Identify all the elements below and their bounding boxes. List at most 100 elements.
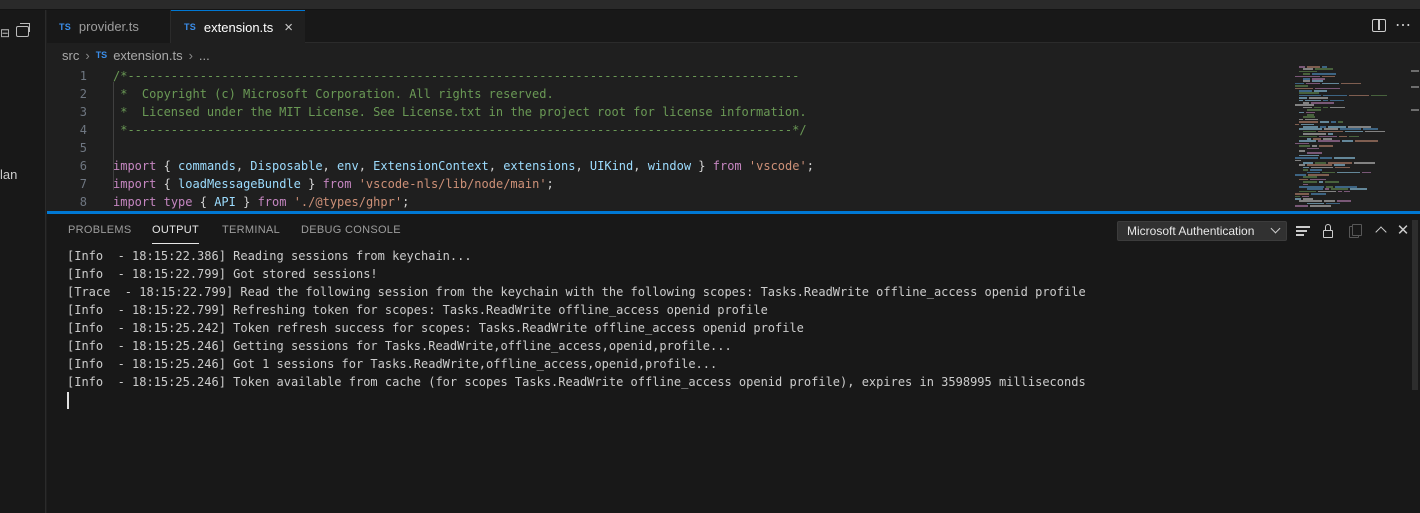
minimap-line: [1307, 109, 1321, 111]
minimap-line: [1309, 97, 1328, 99]
breadcrumb-symbol[interactable]: ...: [199, 48, 210, 63]
minimap-line: [1319, 181, 1323, 183]
minimap-line: [1299, 164, 1305, 166]
minimap-line: [1305, 99, 1321, 102]
code-line: 5: [47, 139, 1287, 157]
minimap-line: [1302, 195, 1309, 198]
minimap-line: [1303, 126, 1318, 128]
tab-debug-console[interactable]: DEBUG CONSOLE: [301, 224, 401, 240]
minimap-line: [1322, 171, 1335, 174]
minimap-line: [1299, 111, 1304, 114]
chevron-right-icon: ›: [188, 47, 193, 63]
tab-problems[interactable]: PROBLEMS: [68, 224, 132, 240]
minimap-line: [1299, 145, 1310, 147]
minimap-line: [1320, 121, 1329, 123]
sidebar-clipped-label[interactable]: lan: [0, 167, 17, 182]
minimap-line: [1323, 94, 1347, 97]
output-channel-select[interactable]: Microsoft Authentication: [1117, 221, 1287, 241]
minimap-line: [1341, 82, 1361, 85]
side-bar: ⊟ lan: [0, 10, 46, 513]
minimap-line: [1314, 90, 1327, 92]
minimap-line: [1295, 104, 1314, 106]
minimap-line: [1295, 205, 1308, 207]
minimap-line: [1323, 138, 1332, 140]
minimap-line: [1303, 183, 1308, 186]
minimap-line: [1350, 188, 1367, 190]
line-number: 7: [79, 177, 87, 191]
more-actions-icon[interactable]: ⋯: [1395, 15, 1412, 35]
minimap-line: [1326, 202, 1340, 205]
code-line: 2 * Copyright (c) Microsoft Corporation.…: [47, 85, 1287, 103]
minimap-line: [1326, 186, 1333, 188]
minimap-line: [1318, 140, 1340, 142]
minimap-line: [1303, 198, 1313, 200]
minimap-line: [1315, 87, 1340, 90]
tab-label: extension.ts: [203, 19, 274, 35]
minimap-line: [1320, 157, 1332, 159]
chevron-right-icon: ›: [85, 47, 90, 63]
minimap-line: [1295, 82, 1304, 85]
minimap-line: [1299, 99, 1303, 102]
breadcrumb-file[interactable]: extension.ts: [113, 48, 182, 63]
close-tab-icon[interactable]: ×: [284, 19, 293, 36]
filter-icon[interactable]: [1295, 223, 1311, 239]
minimap-line: [1307, 188, 1323, 190]
minimap-line: [1306, 82, 1320, 85]
maximize-panel-icon[interactable]: [1373, 223, 1389, 239]
minimap-line: [1339, 135, 1347, 138]
minimap-line: [1299, 66, 1305, 68]
minimap-line: [1303, 102, 1309, 104]
minimap-line: [1314, 106, 1321, 109]
log-line: [Info - 18:15:25.246] Token available fr…: [67, 375, 1086, 389]
code-editor[interactable]: 1 /*-------------------------------------…: [47, 64, 1420, 211]
minimap-line: [1299, 135, 1317, 138]
output-log[interactable]: [Info - 18:15:22.386] Reading sessions f…: [67, 247, 1407, 497]
minimap-line: [1318, 190, 1336, 193]
minimap-line: [1313, 138, 1321, 140]
editor-scrollbar[interactable]: [1408, 64, 1420, 211]
code-line: 7 import { loadMessageBundle } from 'vsco…: [47, 175, 1287, 193]
typescript-file-icon: TS: [95, 50, 108, 60]
minimap-line: [1325, 181, 1339, 183]
breadcrumb-folder[interactable]: src: [62, 48, 79, 63]
minimap-line: [1338, 190, 1342, 193]
minimap-line: [1299, 90, 1312, 92]
minimap-line: [1330, 99, 1344, 102]
log-line: [Info - 18:15:25.246] Got 1 sessions for…: [67, 357, 718, 371]
minimap-line: [1337, 200, 1351, 202]
output-scrollbar[interactable]: [1409, 214, 1420, 390]
minimap[interactable]: [1295, 66, 1407, 211]
minimap-line: [1295, 123, 1299, 126]
minimap-line: [1299, 118, 1303, 121]
minimap-line: [1307, 164, 1332, 166]
tab-output[interactable]: OUTPUT: [152, 224, 200, 244]
minimap-line: [1295, 174, 1306, 176]
tab-extension-ts[interactable]: TS extension.ts ×: [171, 10, 305, 43]
code-text: /*--------------------------------------…: [113, 69, 800, 83]
minimap-line: [1307, 66, 1320, 68]
lock-scroll-icon[interactable]: [1320, 223, 1336, 239]
minimap-line: [1310, 169, 1322, 171]
scrollbar-thumb[interactable]: [1412, 220, 1418, 390]
minimap-line: [1322, 82, 1339, 85]
tab-provider-ts[interactable]: TS provider.ts: [47, 10, 171, 43]
minimap-line: [1334, 157, 1355, 159]
minimap-line: [1295, 157, 1318, 159]
minimap-line: [1295, 87, 1313, 90]
code-line: 1 /*-------------------------------------…: [47, 67, 1287, 85]
collapse-icon[interactable]: ⊟: [0, 26, 10, 40]
minimap-line: [1323, 106, 1328, 109]
line-number: 3: [79, 105, 87, 119]
line-number: 1: [79, 69, 87, 83]
chevron-down-icon: [1270, 223, 1281, 234]
new-window-icon[interactable]: [16, 23, 30, 37]
typescript-file-icon: TS: [184, 22, 196, 32]
minimap-line: [1299, 70, 1317, 73]
bottom-panel: PROBLEMS OUTPUT TERMINAL DEBUG CONSOLE M…: [47, 214, 1420, 513]
clear-output-icon[interactable]: [1347, 223, 1363, 239]
minimap-line: [1295, 193, 1309, 195]
split-editor-icon[interactable]: [1372, 19, 1386, 32]
minimap-line: [1308, 174, 1329, 176]
tab-terminal[interactable]: TERMINAL: [222, 224, 280, 240]
minimap-line: [1303, 80, 1310, 82]
